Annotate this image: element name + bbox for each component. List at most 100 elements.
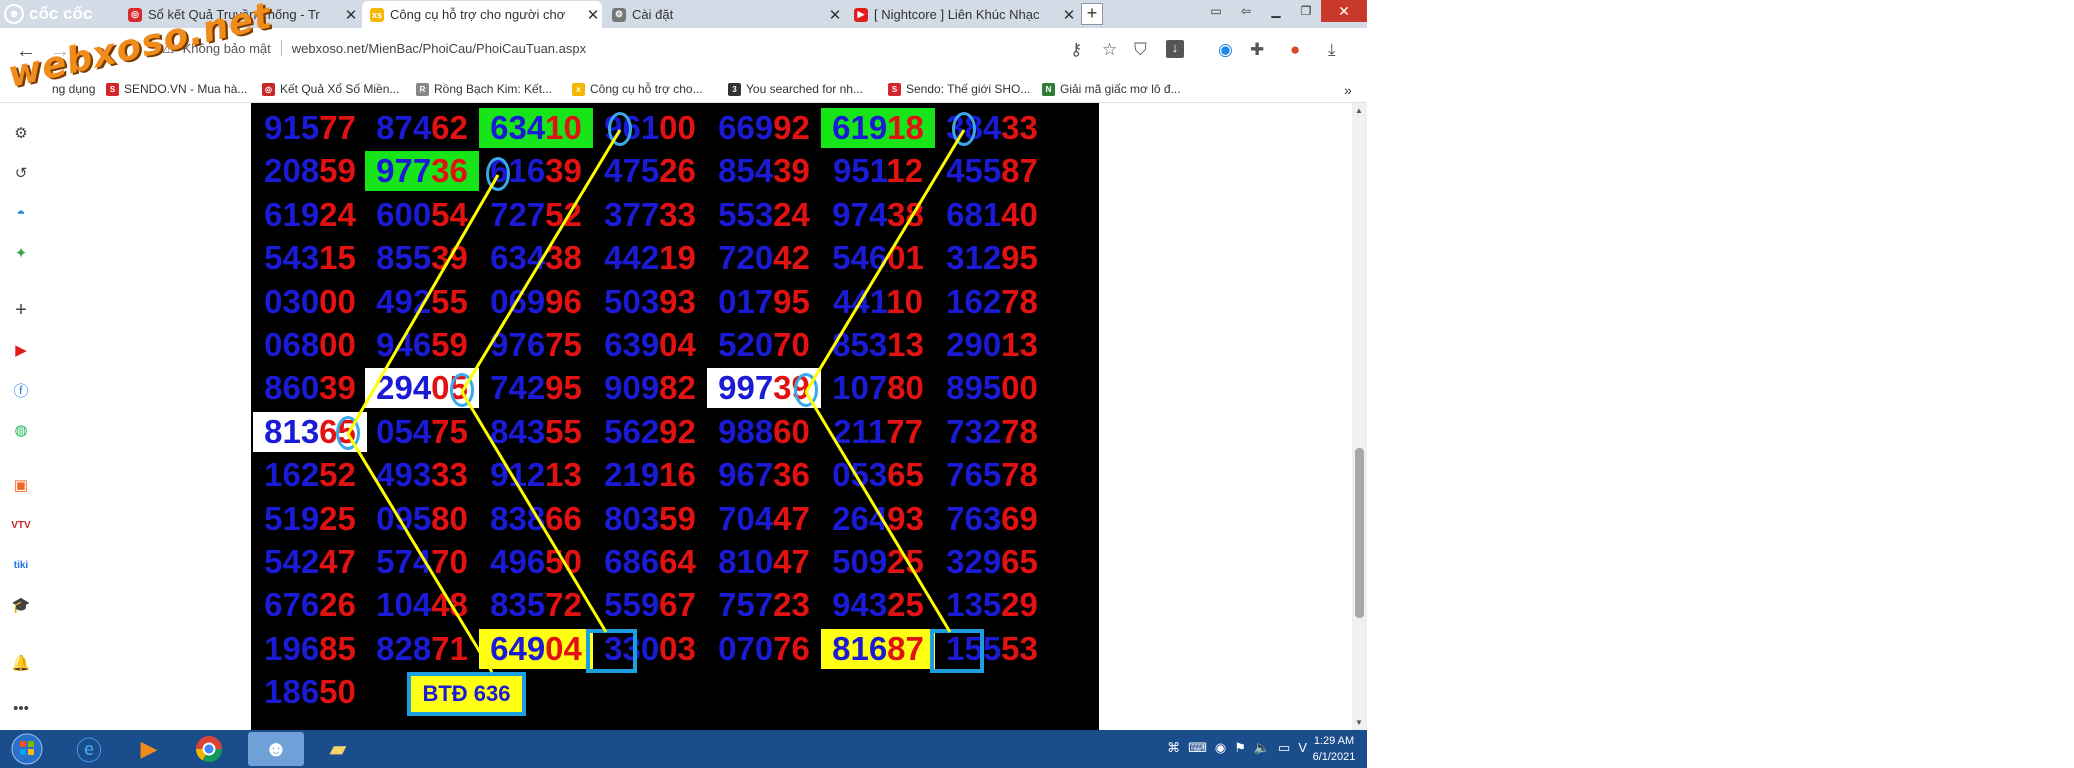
start-button[interactable] — [2, 732, 52, 766]
puzzle-icon[interactable]: ✚ — [1250, 40, 1264, 60]
number-last-two: 67 — [659, 586, 696, 624]
chrome-logo — [195, 736, 223, 763]
display-icon[interactable]: ▭ — [1278, 740, 1290, 756]
windows-logo-icon — [11, 733, 43, 765]
messenger-icon[interactable]: ◓ — [11, 203, 31, 223]
number-last-two: 52 — [545, 195, 582, 233]
number-prefix: 070 — [718, 629, 774, 667]
bookmark-rongbachkim[interactable]: R Rồng Bạch Kim: Kết... — [416, 82, 552, 96]
minimize-icon[interactable]: ▁ — [1261, 0, 1291, 22]
coccoc-taskbar-icon[interactable]: ☻ — [248, 732, 304, 766]
browser-sidebar: ⚙ ↺ ◓ ✦ + ▶ ⓕ ◍ ▣ VTV tiki 🎓 🔔 ••• — [0, 103, 43, 730]
download-icon[interactable]: ⤓ — [1328, 40, 1336, 60]
number-cell: 68140 — [935, 195, 1049, 235]
number-prefix: 997 — [718, 369, 774, 407]
back-arrow-icon[interactable]: ⇦ — [1231, 0, 1261, 22]
number-last-two: 39 — [319, 369, 356, 407]
coccoc-extension-icon[interactable]: ◉ — [1218, 40, 1233, 60]
number-cell: 82871 — [365, 629, 479, 669]
close-tab-icon[interactable]: ✕ — [342, 6, 360, 24]
media-player-icon[interactable]: ▶ — [124, 732, 174, 766]
tab-nightcore[interactable]: ▶ [ Nightcore ] Liên Khúc Nhạc ✕ — [846, 1, 1078, 28]
new-tab-button[interactable]: + — [1081, 3, 1103, 25]
number-cell: 80359 — [593, 499, 707, 539]
profile-icon[interactable]: ● — [1290, 40, 1300, 60]
history-icon[interactable]: ↺ — [11, 163, 31, 183]
close-window-icon[interactable]: ✕ — [1321, 0, 1367, 22]
star-icon[interactable]: ☆ — [1102, 40, 1117, 60]
number-prefix: 135 — [946, 586, 1002, 624]
number-cell: 63438 — [479, 238, 593, 278]
facebook-icon[interactable]: ⓕ — [11, 380, 31, 400]
keyboard-icon[interactable]: ⌨ — [1188, 740, 1207, 756]
bookmark-search[interactable]: 3 You searched for nh... — [728, 82, 863, 96]
number-last-two: 15 — [319, 239, 356, 277]
tab-settings[interactable]: ⚙ Cài đặt ✕ — [604, 1, 844, 28]
internet-explorer-icon[interactable]: ⓔ — [64, 732, 114, 766]
bookmark-sendo[interactable]: S SENDO.VN - Mua hà... — [106, 82, 247, 96]
antivirus-icon[interactable]: V — [1298, 740, 1307, 756]
shop-icon[interactable]: ▣ — [11, 475, 31, 495]
number-cell: 54601 — [821, 238, 935, 278]
number-prefix: 720 — [718, 239, 774, 277]
number-prefix: 546 — [832, 239, 888, 277]
spotify-icon[interactable]: ◍ — [11, 420, 31, 440]
bookmark-giaima[interactable]: N Giải mã giấc mơ lô đ... — [1042, 82, 1181, 96]
number-cell: 75723 — [707, 585, 821, 625]
number-prefix: 068 — [264, 326, 320, 363]
number-cell: 05475 — [365, 412, 479, 452]
maximize-icon[interactable]: ❐ — [1291, 0, 1321, 22]
more-icon[interactable]: ••• — [11, 698, 31, 718]
sidebar-toggle-icon[interactable]: ▭ — [1201, 0, 1231, 22]
tab-congcu[interactable]: xs Công cụ hỗ trợ cho người chơ ✕ — [362, 1, 602, 28]
settings-icon[interactable]: ⚙ — [11, 123, 31, 143]
chrome-icon[interactable] — [184, 732, 234, 766]
number-last-two: 59 — [659, 499, 696, 537]
number-prefix: 649 — [490, 629, 546, 667]
file-explorer-icon[interactable]: ▰ — [310, 732, 366, 766]
number-cell: 49255 — [365, 282, 479, 322]
scroll-up-icon[interactable]: ▲ — [1355, 106, 1363, 115]
number-last-two: 25 — [887, 543, 924, 580]
vtv-icon[interactable]: VTV — [11, 515, 31, 535]
bookmark-ketqua[interactable]: ◎ Kết Quả Xổ Số Miền... — [262, 82, 399, 96]
close-tab-icon[interactable]: ✕ — [584, 6, 602, 24]
number-prefix: 053 — [832, 456, 888, 494]
url-text[interactable]: webxoso.net/MienBac/PhoiCau/PhoiCauTuan.… — [292, 41, 586, 56]
number-prefix: 828 — [376, 629, 432, 667]
number-last-two: 13 — [545, 456, 582, 494]
number-cell: 89500 — [935, 368, 1049, 408]
system-clock[interactable]: 1:29 AM 6/1/2021 — [1307, 733, 1361, 765]
key-icon[interactable]: ⚷ — [1070, 40, 1082, 60]
coccoc-brand[interactable]: ☻ cốc cốc — [4, 2, 92, 26]
number-cell: 87462 — [365, 108, 479, 148]
number-last-two: 38 — [545, 239, 582, 277]
number-cell: 16278 — [935, 282, 1049, 322]
bookmark-congcu[interactable]: x Công cụ hỗ trợ cho... — [572, 82, 703, 96]
game-icon[interactable]: ✦ — [11, 243, 31, 263]
notification-bell-icon[interactable]: 🔔 — [11, 653, 31, 673]
shield-icon[interactable]: ⛉ — [1134, 40, 1147, 60]
education-icon[interactable]: 🎓 — [11, 595, 31, 615]
scroll-thumb[interactable] — [1355, 448, 1364, 618]
close-tab-icon[interactable]: ✕ — [826, 6, 844, 24]
number-last-two: 75 — [431, 412, 468, 450]
tiki-icon[interactable]: tiki — [11, 555, 31, 575]
scroll-down-icon[interactable]: ▼ — [1355, 718, 1363, 727]
vertical-scrollbar[interactable]: ▲ ▼ — [1352, 103, 1367, 730]
number-prefix: 619 — [832, 109, 888, 146]
chrome-tray-icon[interactable]: ◉ — [1215, 740, 1226, 756]
close-tab-icon[interactable]: ✕ — [1060, 6, 1078, 24]
network-manager-icon[interactable]: ⌘ — [1167, 740, 1180, 756]
volume-icon[interactable]: 🔈 — [1254, 740, 1270, 756]
number-prefix: 855 — [376, 239, 432, 277]
number-last-two: 82 — [659, 369, 696, 407]
more-bookmarks-icon[interactable]: » — [1344, 82, 1352, 98]
number-prefix: 542 — [264, 543, 320, 580]
bookmark-sendo-shop[interactable]: S Sendo: Thế giới SHO... — [888, 82, 1030, 96]
flag-icon[interactable]: ⚑ — [1234, 740, 1246, 756]
download-box-icon[interactable]: ↓ — [1166, 40, 1184, 58]
number-last-two: 87 — [1001, 152, 1038, 190]
youtube-icon[interactable]: ▶ — [11, 340, 31, 360]
add-icon[interactable]: + — [11, 299, 31, 321]
